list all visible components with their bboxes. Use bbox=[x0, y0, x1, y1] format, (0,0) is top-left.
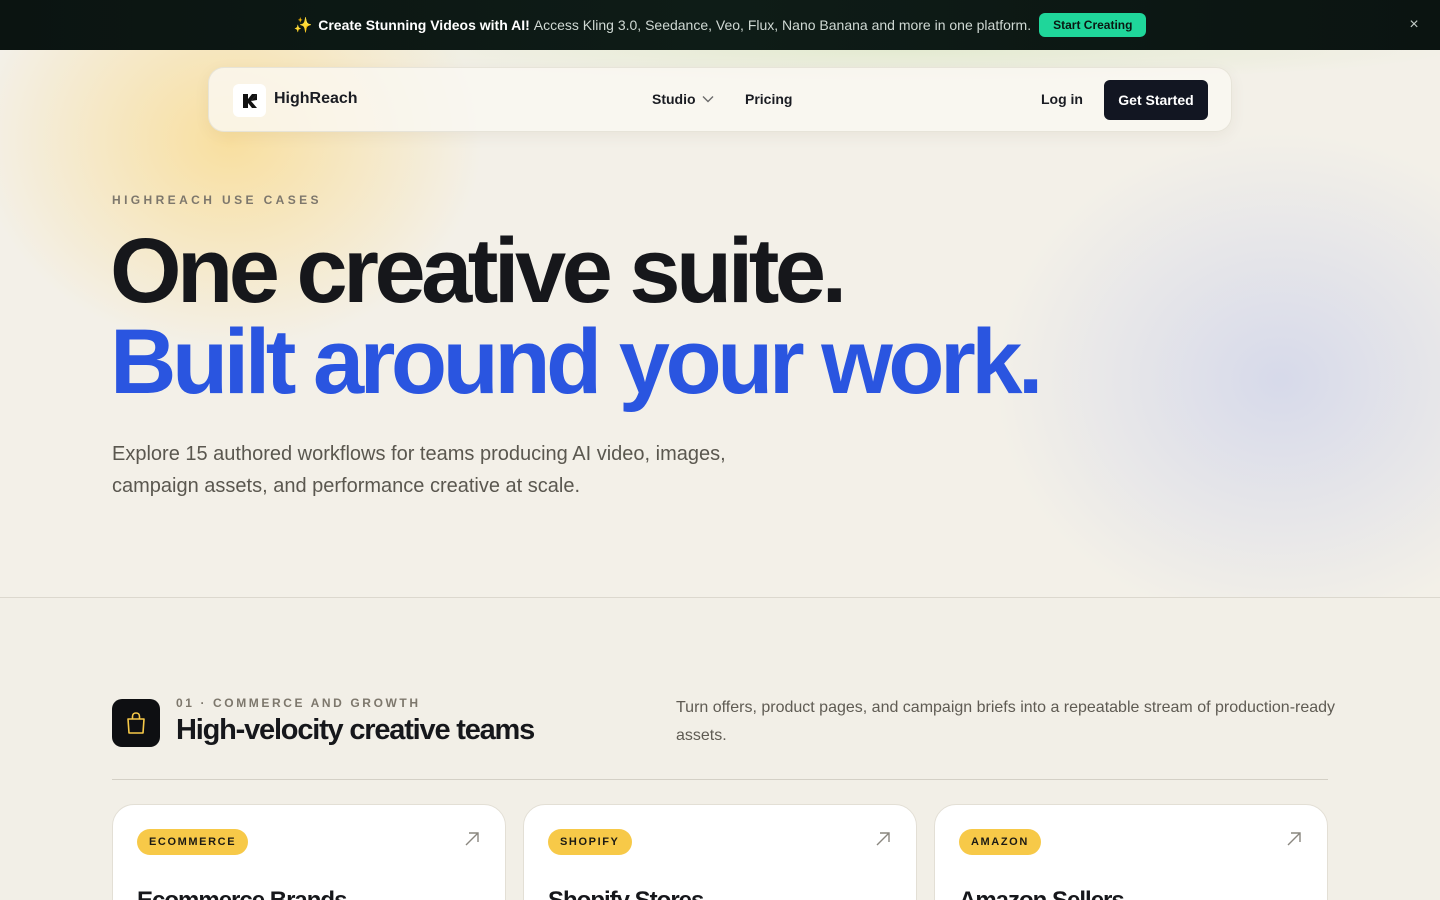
brand-name[interactable]: HighReach bbox=[274, 90, 358, 108]
section-title: High-velocity creative teams bbox=[176, 714, 535, 746]
close-icon[interactable]: × bbox=[1406, 17, 1422, 33]
logo-mark-icon bbox=[242, 93, 257, 108]
hero-headline-line1: One creative suite. bbox=[110, 220, 847, 322]
arrow-up-right-icon bbox=[1287, 832, 1301, 846]
brand-logo-icon[interactable] bbox=[233, 84, 266, 117]
card-title: Amazon Sellers bbox=[959, 887, 1125, 900]
section-divider bbox=[112, 779, 1328, 780]
announcement-bar: ✨ Create Stunning Videos with AI! Access… bbox=[0, 0, 1440, 50]
hero-section: HighReach Studio Pricing Log in Get Star… bbox=[0, 50, 1440, 598]
chevron-down-icon bbox=[702, 96, 714, 103]
section-eyebrow: 01 · COMMERCE AND GROWTH bbox=[176, 696, 421, 710]
announcement-text: Access Kling 3.0, Seedance, Veo, Flux, N… bbox=[533, 17, 1032, 33]
use-case-card-shopify[interactable]: SHOPIFY Shopify Stores bbox=[523, 804, 917, 900]
section-description: Turn offers, product pages, and campaign… bbox=[676, 699, 1336, 744]
announcement-headline: Create Stunning Videos with AI! bbox=[318, 17, 530, 33]
arrow-up-right-icon bbox=[876, 832, 890, 846]
hero-eyebrow: HIGHREACH USE CASES bbox=[112, 193, 322, 207]
sparkles-icon: ✨ bbox=[293, 17, 313, 34]
hero-subtext: Explore 15 authored workflows for teams … bbox=[112, 443, 726, 497]
nav-pricing-link[interactable]: Pricing bbox=[745, 91, 792, 107]
card-title: Ecommerce Brands bbox=[137, 887, 347, 900]
start-creating-button[interactable]: Start Creating bbox=[1039, 13, 1147, 37]
hero-headline-line2: Built around your work. bbox=[110, 311, 1043, 413]
get-started-button[interactable]: Get Started bbox=[1104, 80, 1208, 120]
shopping-bag-icon bbox=[112, 699, 160, 747]
use-case-card-ecommerce[interactable]: ECOMMERCE Ecommerce Brands bbox=[112, 804, 506, 900]
login-link[interactable]: Log in bbox=[1041, 91, 1083, 107]
card-tag: AMAZON bbox=[959, 829, 1041, 855]
card-tag: SHOPIFY bbox=[548, 829, 632, 855]
arrow-up-right-icon bbox=[465, 832, 479, 846]
bag-glyph bbox=[127, 712, 145, 734]
card-title: Shopify Stores bbox=[548, 887, 704, 900]
use-case-card-amazon[interactable]: AMAZON Amazon Sellers bbox=[934, 804, 1328, 900]
nav-studio-label: Studio bbox=[652, 91, 696, 107]
nav-studio-dropdown[interactable]: Studio bbox=[652, 91, 714, 107]
navbar: HighReach Studio Pricing Log in Get Star… bbox=[208, 67, 1232, 132]
card-tag: ECOMMERCE bbox=[137, 829, 249, 855]
